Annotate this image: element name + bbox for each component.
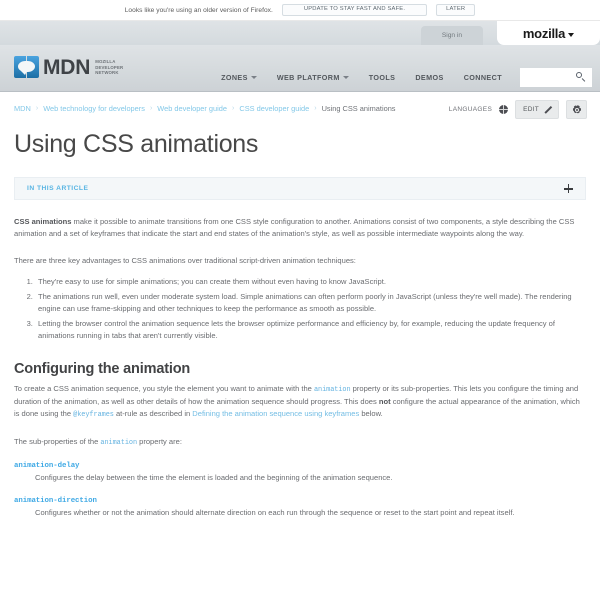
subprops-lead-a: The sub-properties of the (14, 436, 101, 446)
subprops-lead-b: property are: (137, 436, 182, 446)
page-title: Using CSS animations (14, 130, 259, 158)
breadcrumb-separator: › (149, 105, 153, 112)
mdn-logo[interactable]: MDN MOZILLA DEVELOPER NETWORK (14, 56, 123, 78)
breadcrumb-separator: › (314, 105, 317, 112)
search-icon[interactable] (576, 71, 586, 82)
logo-sub-line-3: NETWORK (95, 70, 119, 76)
chevron-down-icon (568, 32, 575, 37)
mdn-logo-subtitle: MOZILLA DEVELOPER NETWORK (95, 59, 123, 76)
logo-sub-line-2: DEVELOPER (95, 64, 124, 70)
list-item: They're easy to use for simple animation… (35, 276, 586, 288)
nav-item-label: TOOLS (368, 72, 396, 82)
breadcrumb-item-web-developer-guide[interactable]: Web developer guide (157, 104, 227, 113)
subproperty-animation-direction[interactable]: animation-direction (14, 497, 586, 505)
sign-in-button[interactable]: Sign in (421, 26, 483, 45)
in-this-article-label: IN THIS ARTICLE (27, 185, 89, 193)
subproperty-description: Configures the delay between the time th… (35, 472, 393, 482)
section-heading-configuring: Configuring the animation (14, 361, 191, 377)
nav-item-zones[interactable]: ZONES (211, 73, 267, 82)
nav-item-label: DEMOS (415, 72, 444, 82)
nav-item-web-platform[interactable]: WEB PLATFORM (267, 73, 359, 82)
list-item: The animations run well, even under mode… (35, 291, 586, 315)
config-text-a: To create a CSS animation sequence, you … (14, 384, 314, 393)
site-search[interactable] (520, 67, 592, 87)
document-tools: LANGUAGES EDIT (449, 100, 587, 119)
subproperties-lead: The sub-properties of the animation prop… (14, 436, 586, 449)
mdn-book-icon (14, 56, 39, 78)
advantages-list: They're easy to use for simple animation… (14, 276, 586, 342)
configuring-paragraph: To create a CSS animation sequence, you … (14, 383, 586, 422)
notification-message: Looks like you're using an older version… (124, 6, 273, 14)
pencil-icon (543, 106, 551, 114)
chevron-down-icon (342, 76, 349, 79)
mozilla-tab[interactable]: mozilla (497, 21, 600, 45)
edit-button[interactable]: EDIT (515, 100, 559, 119)
mozilla-wordmark: mozilla (522, 25, 566, 41)
config-text-d: at-rule as described in (113, 409, 193, 419)
nav-item-demos[interactable]: DEMOS (405, 73, 453, 82)
breadcrumb-bar: MDN › Web technology for developers › We… (0, 92, 600, 125)
nav-item-connect[interactable]: CONNECT (454, 73, 512, 82)
code-animation: animation (313, 386, 351, 394)
languages-label[interactable]: LANGUAGES (449, 106, 492, 113)
subproperty-animation-delay[interactable]: animation-delay (14, 462, 586, 470)
subproperty-description: Configures whether or not the animation … (35, 508, 515, 517)
main-navigation: ZONES WEB PLATFORM TOOLS DEMOS CONNECT (211, 63, 600, 91)
article-content: Using CSS animations IN THIS ARTICLE CSS… (0, 129, 600, 519)
mdn-site-header: MDN MOZILLA DEVELOPER NETWORK ZONES WEB … (0, 45, 600, 92)
intro-strong: CSS animations (14, 217, 72, 227)
list-item: Letting the browser control the animatio… (35, 318, 586, 342)
globe-icon[interactable] (499, 105, 509, 114)
in-this-article-toggle[interactable]: IN THIS ARTICLE (14, 177, 586, 201)
nav-item-tools[interactable]: TOOLS (359, 73, 406, 82)
firefox-update-notification-bar: Looks like you're using an older version… (0, 0, 600, 21)
advantages-lead: There are three key advantages to CSS an… (14, 255, 356, 265)
sign-in-label: Sign in (441, 32, 463, 39)
breadcrumb: MDN › Web technology for developers › We… (14, 104, 396, 113)
logo-sub-line-1: MOZILLA (95, 58, 116, 64)
nav-item-label: ZONES (221, 72, 248, 82)
intro-rest: make it possible to animate transitions … (14, 217, 575, 239)
notification-later-button[interactable]: LATER (436, 3, 476, 17)
update-firefox-button[interactable]: UPDATE TO STAY FAST AND SAFE. (281, 3, 428, 17)
plus-icon[interactable] (564, 184, 573, 194)
nav-item-label: WEB PLATFORM (276, 72, 340, 82)
intro-paragraph: CSS animations make it possible to anima… (14, 216, 586, 240)
config-not: not (378, 397, 391, 407)
code-animation: animation (100, 438, 138, 447)
breadcrumb-item-current: Using CSS animations (321, 104, 396, 113)
mdn-logo-text: MDN (43, 55, 91, 79)
breadcrumb-item-css-developer-guide[interactable]: CSS developer guide (239, 104, 309, 113)
code-keyframes: @keyframes (73, 411, 114, 420)
config-text-e: below. (359, 409, 383, 419)
breadcrumb-item-mdn[interactable]: MDN (14, 104, 31, 113)
gear-icon (572, 105, 581, 114)
nav-item-label: CONNECT (463, 72, 502, 82)
edit-button-label: EDIT (523, 106, 539, 113)
mozilla-tab-strip: Sign in mozilla (0, 21, 600, 45)
chevron-down-icon (250, 76, 257, 79)
link-defining-animation-sequence[interactable]: Defining the animation sequence using ke… (192, 409, 359, 418)
settings-button[interactable] (566, 100, 587, 119)
breadcrumb-separator: › (232, 105, 235, 112)
breadcrumb-separator: › (35, 105, 39, 112)
breadcrumb-item-web-technology[interactable]: Web technology for developers (43, 104, 145, 113)
subproperties-list: animation-delay Configures the delay bet… (14, 462, 586, 519)
